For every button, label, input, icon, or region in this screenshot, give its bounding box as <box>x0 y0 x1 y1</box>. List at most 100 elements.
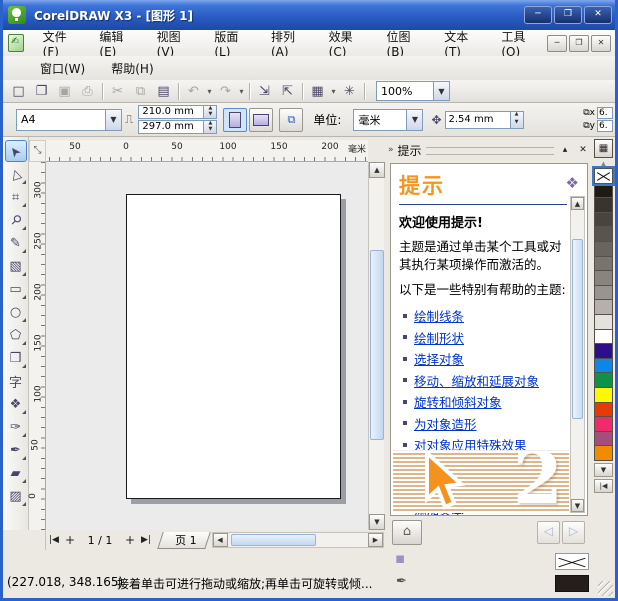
rectangle-tool[interactable]: ▭ <box>5 278 27 300</box>
scroll-up-icon[interactable]: ▲ <box>571 197 584 210</box>
redo-dropdown-icon[interactable]: ▾ <box>237 87 246 96</box>
paste-button[interactable]: ▤ <box>152 81 175 102</box>
print-document-button[interactable]: ⎙ <box>76 81 99 102</box>
docker-grip-icon[interactable]: » <box>388 145 394 155</box>
vertical-scroll-thumb[interactable] <box>370 250 384 440</box>
color-swatch-magenta[interactable] <box>594 416 613 432</box>
color-swatch-white[interactable] <box>594 329 613 345</box>
text-tool[interactable]: 字 <box>5 370 27 392</box>
menu-item-row2-0[interactable]: 窗口(W) <box>27 58 98 79</box>
drawing-page[interactable] <box>126 194 341 499</box>
polygon-tool[interactable]: ⬠ <box>5 324 27 346</box>
color-swatch-10-percent-black[interactable] <box>594 314 613 330</box>
color-swatch-30-percent-black[interactable] <box>594 285 613 301</box>
hint-topic-link-2[interactable]: 选择对象 <box>414 349 464 368</box>
hint-topic-link-0[interactable]: 绘制线条 <box>414 306 464 325</box>
horizontal-scroll-thumb[interactable] <box>231 534 316 546</box>
first-page-button[interactable]: |◀ <box>46 535 62 545</box>
window-resize-grip[interactable] <box>598 581 613 596</box>
redo-button[interactable]: ↷ <box>214 81 237 102</box>
paper-height-value[interactable]: 297.0 mm <box>138 120 204 134</box>
new-document-button[interactable]: □ <box>7 81 30 102</box>
color-swatch-70-percent-black[interactable] <box>594 226 613 242</box>
freehand-tool[interactable]: ✎ <box>5 232 27 254</box>
scroll-down-icon[interactable]: ▼ <box>571 499 584 512</box>
hint-topic-link-4[interactable]: 旋转和倾斜对象 <box>414 392 502 411</box>
minimize-button[interactable]: ─ <box>524 6 552 24</box>
color-swatch-blue-violet[interactable] <box>594 343 613 359</box>
fill-tool[interactable]: ▰ <box>5 462 27 484</box>
application-launcher-dropdown-icon[interactable]: ▾ <box>329 87 338 96</box>
maximize-button[interactable]: ❐ <box>554 6 582 24</box>
palette-options-icon[interactable]: ▦ <box>594 139 613 158</box>
copy-button[interactable]: ⧉ <box>129 81 152 102</box>
landscape-button[interactable] <box>249 108 273 132</box>
chevron-down-icon[interactable]: ▼ <box>105 110 121 130</box>
color-swatch-60-percent-black[interactable] <box>594 241 613 257</box>
chevron-down-icon[interactable]: ▼ <box>406 110 422 130</box>
color-swatch-20-percent-black[interactable] <box>594 299 613 315</box>
back-button[interactable]: ◁ <box>537 521 560 544</box>
docker-scroll-thumb[interactable] <box>572 239 583 419</box>
drawing-canvas[interactable] <box>46 162 368 530</box>
undo-button[interactable]: ↶ <box>182 81 205 102</box>
color-swatch-no-color[interactable] <box>594 168 613 184</box>
units-combo[interactable]: 毫米 ▼ <box>353 109 423 131</box>
ellipse-tool[interactable]: ○ <box>5 301 27 323</box>
page-tab[interactable]: 页 1 <box>157 532 210 549</box>
zoom-tool[interactable]: ⚲ <box>5 209 27 231</box>
add-page-after-button[interactable]: + <box>122 533 138 547</box>
color-swatch-yellow[interactable] <box>594 387 613 403</box>
color-swatch-50-percent-black[interactable] <box>594 256 613 272</box>
export-button[interactable]: ⇱ <box>276 81 299 102</box>
hint-topic-link-1[interactable]: 绘制形状 <box>414 328 464 347</box>
hint-topic-link-5[interactable]: 为对象造形 <box>414 414 477 433</box>
add-page-before-button[interactable]: + <box>62 533 78 547</box>
forward-button[interactable]: ▷ <box>562 521 585 544</box>
eyedropper-tool[interactable]: ✑ <box>5 416 27 438</box>
paper-height-field[interactable]: 297.0 mm ▲▼ <box>138 120 217 134</box>
crop-tool[interactable]: ⌗ <box>5 186 27 208</box>
pick-tool[interactable]: ➤ <box>5 140 27 162</box>
palette-scroll-up-icon[interactable]: ▲ <box>601 160 606 168</box>
nudge-offset-spinner[interactable]: ▲▼ <box>511 111 524 129</box>
palette-scroll-down-button[interactable]: ▼ <box>594 463 613 477</box>
interactive-blend-tool[interactable]: ❖ <box>5 393 27 415</box>
color-swatch-red[interactable] <box>594 402 613 418</box>
last-page-button[interactable]: ▶| <box>138 535 154 545</box>
color-swatch-mauve[interactable] <box>594 431 613 447</box>
docker-collapse-icon[interactable]: ▴ <box>558 145 572 155</box>
basic-shapes-tool[interactable]: ❒ <box>5 347 27 369</box>
outline-pen-tool[interactable]: ✒ <box>5 439 27 461</box>
color-swatch-black[interactable] <box>594 183 613 199</box>
duplicate-x-value[interactable]: 6. <box>597 107 613 119</box>
all-pages-toggle[interactable]: ⧉ <box>279 108 303 132</box>
help-book-icon[interactable]: ❖ <box>566 174 579 192</box>
paper-width-spinner[interactable]: ▲▼ <box>204 105 217 119</box>
shape-tool[interactable]: △ <box>5 163 27 185</box>
ruler-origin-icon[interactable]: ⤡ <box>29 140 46 162</box>
scroll-down-icon[interactable]: ▼ <box>369 514 385 530</box>
paper-preset-combo[interactable]: A4 ▼ <box>16 109 122 131</box>
application-launcher-button[interactable]: ▦ <box>306 81 329 102</box>
canvas-horizontal-scrollbar[interactable]: ◀ ▶ <box>212 532 385 548</box>
hint-topic-link-3[interactable]: 移动、缩放和延展对象 <box>414 371 539 390</box>
zoom-level-combo[interactable]: 100% ▼ <box>376 81 450 101</box>
chevron-down-icon[interactable]: ▼ <box>433 82 449 100</box>
smart-fill-tool[interactable]: ▧ <box>5 255 27 277</box>
document-window-icon[interactable] <box>8 34 24 52</box>
close-button[interactable]: ✕ <box>584 6 612 24</box>
docker-close-icon[interactable]: ✕ <box>576 145 590 155</box>
save-document-button[interactable]: ▣ <box>53 81 76 102</box>
paper-height-spinner[interactable]: ▲▼ <box>204 120 217 134</box>
corel-online-button[interactable]: ✳ <box>338 81 361 102</box>
color-swatch-80-percent-black[interactable] <box>594 212 613 228</box>
docker-title-bar[interactable]: » 提示 ▴ ✕ <box>388 141 590 159</box>
scroll-left-icon[interactable]: ◀ <box>213 533 228 547</box>
open-document-button[interactable]: ❐ <box>30 81 53 102</box>
nudge-offset-field[interactable]: 2.54 mm ▲▼ <box>445 111 524 129</box>
paper-width-field[interactable]: 210.0 mm ▲▼ <box>138 105 217 119</box>
horizontal-ruler[interactable]: 毫米 50050100150200 <box>46 140 368 162</box>
color-swatch-90-percent-black[interactable] <box>594 197 613 213</box>
undo-dropdown-icon[interactable]: ▾ <box>205 87 214 96</box>
